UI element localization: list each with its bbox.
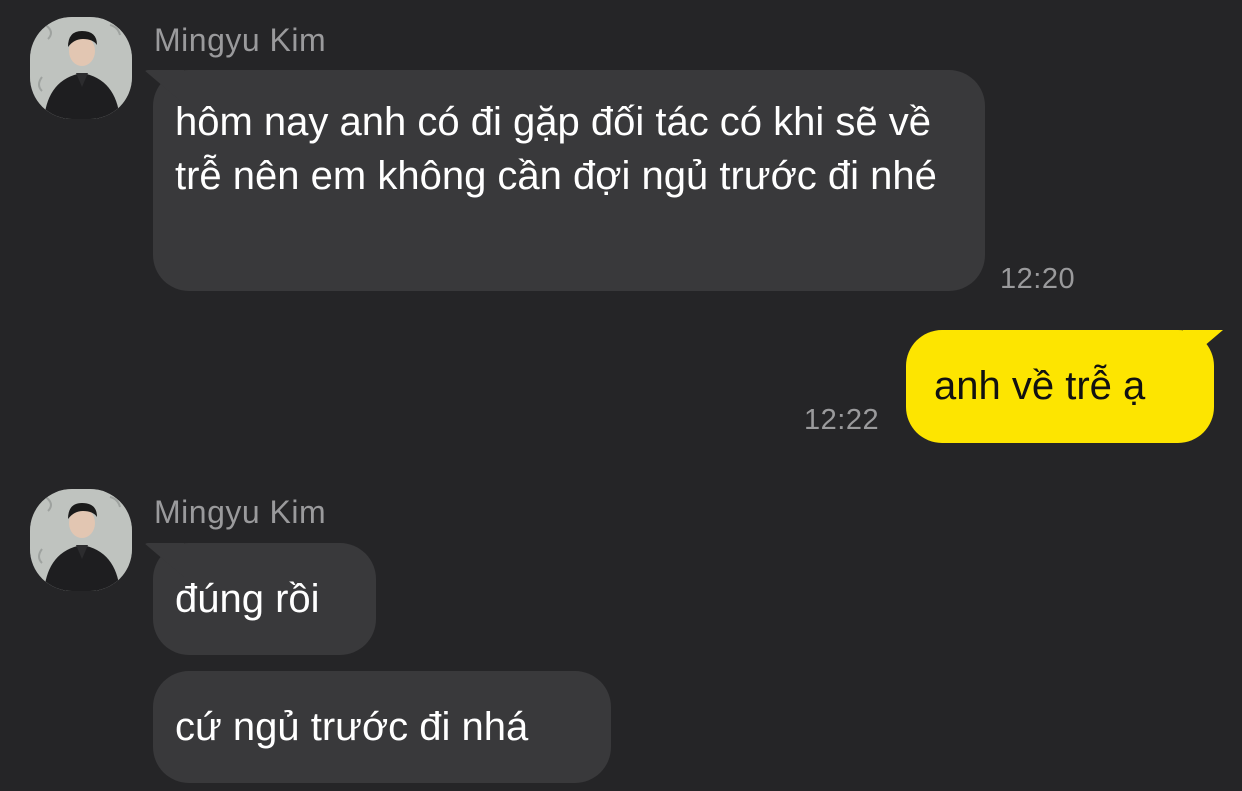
outgoing-message[interactable]: anh về trễ ạ — [906, 330, 1214, 443]
message-text: đúng rồi — [175, 577, 320, 621]
message-time: 12:22 — [804, 404, 880, 436]
message-text: hôm nay anh có đi gặp đối tác có khi sẽ … — [175, 100, 937, 198]
incoming-message[interactable]: hôm nay anh có đi gặp đối tác có khi sẽ … — [153, 70, 985, 291]
sender-name: Mingyu Kim — [154, 22, 327, 58]
incoming-message[interactable]: cứ ngủ trước đi nhá — [153, 671, 611, 783]
incoming-message[interactable]: đúng rồi — [153, 543, 376, 655]
chat-thread: Mingyu Kim hôm nay anh có đi gặp đối tác… — [0, 0, 1242, 791]
message-text: cứ ngủ trước đi nhá — [175, 705, 529, 749]
avatar[interactable] — [30, 17, 132, 119]
message-time: 12:20 — [1000, 263, 1076, 295]
message-text: anh về trễ ạ — [934, 364, 1146, 408]
avatar-photo-icon — [30, 17, 132, 119]
avatar-photo-icon — [30, 489, 132, 591]
sender-name: Mingyu Kim — [154, 494, 327, 530]
avatar[interactable] — [30, 489, 132, 591]
